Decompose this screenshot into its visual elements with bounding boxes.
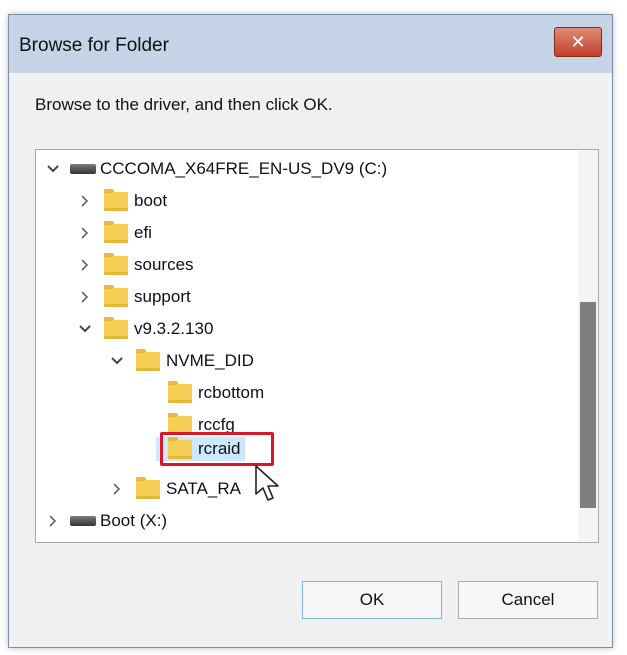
tree-item-c-drive[interactable]: CCCOMA_X64FRE_EN-US_DV9 (C:) bbox=[42, 154, 387, 184]
drive-icon bbox=[70, 164, 96, 174]
selection-highlight: rcraid bbox=[156, 436, 245, 461]
chevron-right-icon[interactable] bbox=[106, 479, 128, 499]
dialog-content: Browse to the driver, and then click OK.… bbox=[15, 73, 606, 641]
drive-icon bbox=[70, 516, 96, 526]
close-button[interactable]: ✕ bbox=[554, 27, 602, 57]
tree-item-rcraid[interactable]: rcraid bbox=[138, 434, 245, 464]
chevron-down-icon[interactable] bbox=[106, 351, 128, 371]
tree-item-v9-3-2-130[interactable]: v9.3.2.130 bbox=[74, 314, 213, 344]
tree-item-label: support bbox=[134, 287, 191, 306]
folder-icon bbox=[104, 188, 128, 211]
chevron-right-icon[interactable] bbox=[42, 511, 64, 531]
chevron-down-icon[interactable] bbox=[74, 319, 96, 339]
tree-item-boot-x-drive[interactable]: Boot (X:) bbox=[42, 506, 167, 536]
tree-scrollbar[interactable] bbox=[578, 150, 598, 542]
folder-icon bbox=[104, 220, 128, 243]
tree-item-boot[interactable]: boot bbox=[74, 186, 167, 216]
folder-tree[interactable]: CCCOMA_X64FRE_EN-US_DV9 (C:) boot efi so… bbox=[35, 149, 599, 543]
tree-item-nvme-did[interactable]: NVME_DID bbox=[106, 346, 254, 376]
mouse-cursor-icon bbox=[255, 465, 279, 501]
tree-item-rcbottom[interactable]: rcbottom bbox=[138, 378, 264, 408]
chevron-right-icon[interactable] bbox=[74, 191, 96, 211]
folder-icon bbox=[168, 380, 192, 403]
window-title: Browse for Folder bbox=[19, 35, 169, 56]
folder-icon bbox=[104, 284, 128, 307]
tree-item-support[interactable]: support bbox=[74, 282, 191, 312]
chevron-right-icon[interactable] bbox=[74, 223, 96, 243]
title-bar: Browse for Folder ✕ bbox=[9, 15, 612, 73]
chevron-right-icon[interactable] bbox=[74, 255, 96, 275]
tree-item-label: rccfg bbox=[198, 415, 235, 434]
browse-for-folder-dialog: Browse for Folder ✕ Browse to the driver… bbox=[8, 14, 613, 648]
tree-item-label: sources bbox=[134, 255, 194, 274]
scrollbar-thumb[interactable] bbox=[580, 302, 596, 508]
folder-icon bbox=[168, 436, 192, 459]
tree-item-label: efi bbox=[134, 223, 152, 242]
tree-item-label: Boot (X:) bbox=[100, 511, 168, 530]
tree-item-label: CCCOMA_X64FRE_EN-US_DV9 (C:) bbox=[100, 159, 388, 178]
tree-item-label: NVME_DID bbox=[166, 351, 254, 370]
cancel-button[interactable]: Cancel bbox=[458, 581, 598, 619]
tree-item-label: SATA_RA bbox=[166, 479, 241, 498]
tree-item-label: v9.3.2.130 bbox=[134, 319, 214, 338]
tree-item-efi[interactable]: efi bbox=[74, 218, 152, 248]
instruction-text: Browse to the driver, and then click OK. bbox=[35, 95, 333, 114]
folder-icon bbox=[104, 316, 128, 339]
folder-icon bbox=[104, 252, 128, 275]
tree-item-label: rcraid bbox=[198, 439, 241, 458]
folder-icon bbox=[136, 348, 160, 371]
folder-icon bbox=[168, 412, 192, 435]
tree-item-label: rcbottom bbox=[198, 383, 265, 402]
ok-button[interactable]: OK bbox=[302, 581, 442, 619]
folder-icon bbox=[136, 476, 160, 499]
chevron-down-icon[interactable] bbox=[42, 159, 64, 179]
chevron-right-icon[interactable] bbox=[74, 287, 96, 307]
tree-item-sata-ra[interactable]: SATA_RA bbox=[106, 474, 241, 504]
tree-item-label: boot bbox=[134, 191, 168, 210]
tree-item-sources[interactable]: sources bbox=[74, 250, 194, 280]
